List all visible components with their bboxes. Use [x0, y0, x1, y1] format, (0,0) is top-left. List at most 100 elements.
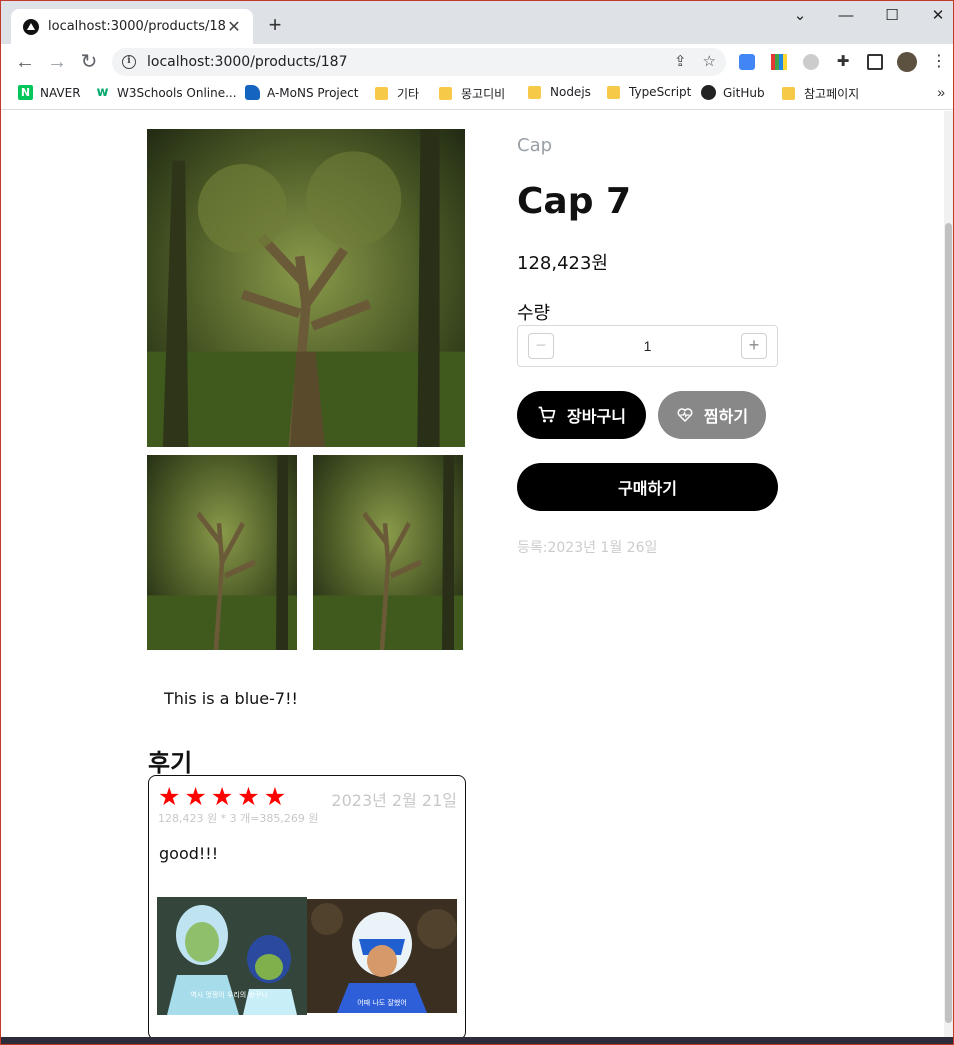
bookmark-item[interactable]: GitHub: [701, 85, 765, 100]
forest-photo-image: [313, 455, 463, 650]
bookmark-folder[interactable]: 몽고디비: [439, 85, 505, 102]
star-icon: ★: [263, 783, 287, 811]
review-image-1[interactable]: 역시 멋쟁이 우리의 왕꾸나: [157, 897, 307, 1015]
url-text: localhost:3000/products/187: [147, 54, 348, 70]
product-category: Cap: [517, 135, 553, 156]
product-description: This is a blue-7!!: [164, 689, 298, 708]
quantity-stepper: − 1 +: [517, 325, 778, 367]
bookmarks-overflow-icon[interactable]: »: [937, 84, 945, 100]
extensions-puzzle-icon[interactable]: ✚: [835, 54, 851, 70]
cart-icon: [538, 406, 556, 423]
bookmark-folder[interactable]: 참고페이지: [782, 85, 859, 102]
bookmark-item[interactable]: w W3Schools Online...: [95, 85, 237, 100]
bookmark-item[interactable]: A-MoNS Project: [245, 85, 358, 100]
side-panel-icon[interactable]: [867, 54, 883, 70]
tab-search-chevron-icon[interactable]: ⌄: [777, 5, 823, 27]
bookmark-label: 기타: [397, 87, 420, 101]
folder-icon: [782, 87, 795, 100]
w3schools-icon: w: [96, 85, 109, 100]
forward-arrow-icon[interactable]: →: [45, 50, 69, 74]
bookmark-label: 참고페이지: [804, 87, 860, 101]
product-title: Cap 7: [517, 181, 632, 222]
new-tab-button[interactable]: +: [263, 13, 287, 37]
bookmark-label: Nodejs: [550, 85, 591, 99]
star-icon: ★: [237, 783, 260, 811]
browser-tab[interactable]: localhost:3000/products/187 ✕: [11, 9, 253, 44]
page-viewport: Cap Cap 7 128,423원 수량 − 1 + 장바구니 찜하기 구매하…: [1, 111, 953, 1039]
quantity-label: 수량: [517, 303, 551, 324]
share-icon[interactable]: ⇪: [674, 52, 687, 70]
increment-button[interactable]: +: [741, 333, 767, 359]
bookmark-label: GitHub: [723, 85, 765, 100]
site-info-icon[interactable]: i: [122, 55, 136, 69]
bookmark-label: A-MoNS Project: [267, 85, 359, 100]
bookmark-folder[interactable]: 기타: [375, 85, 419, 102]
review-text: good!!!: [159, 844, 219, 863]
globe-extension-icon[interactable]: [803, 54, 819, 70]
browser-window: localhost:3000/products/187 ✕ + ⌄ — ☐ ✕ …: [0, 0, 954, 1045]
product-thumbnail-2[interactable]: [313, 455, 463, 650]
forest-photo-image: [147, 129, 465, 447]
cartoon-character-image: 어때 나도 잘했어: [307, 899, 457, 1013]
naver-icon: N: [18, 85, 33, 100]
wishlist-button[interactable]: 찜하기: [658, 391, 766, 439]
browser-toolbar: ← → ↻ i localhost:3000/products/187 ⇪ ☆ …: [1, 44, 953, 80]
profile-avatar[interactable]: [897, 52, 917, 72]
bookmark-star-icon[interactable]: ☆: [703, 52, 716, 70]
wishlist-button-label: 찜하기: [703, 407, 749, 426]
cart-button-label: 장바구니: [567, 407, 626, 426]
folder-icon: [607, 85, 620, 99]
site-favicon-icon: [23, 18, 39, 35]
reload-icon[interactable]: ↻: [77, 50, 101, 74]
scrollbar-thumb[interactable]: [945, 223, 952, 1023]
bookmark-label: 몽고디비: [461, 87, 506, 101]
buy-button-label: 구매하기: [618, 479, 677, 498]
review-order-calc: 128,423 원 * 3 개=385,269 원: [158, 812, 319, 825]
quantity-value[interactable]: 1: [518, 338, 777, 354]
bookmark-label: TypeScript: [629, 85, 692, 99]
buy-now-button[interactable]: 구매하기: [517, 463, 778, 511]
star-rating: ★ ★ ★ ★ ★: [158, 784, 286, 810]
review-image-caption: 어때 나도 잘했어: [357, 998, 407, 1007]
review-date: 2023년 2월 21일: [331, 791, 457, 810]
page-scrollbar[interactable]: [944, 111, 953, 1039]
bookmark-folder[interactable]: TypeScript: [607, 85, 691, 99]
bookmark-item[interactable]: N NAVER: [18, 85, 81, 100]
address-bar[interactable]: i localhost:3000/products/187 ⇪ ☆: [112, 48, 726, 76]
bookmark-label: NAVER: [40, 85, 81, 100]
color-extension-icon[interactable]: [771, 54, 787, 70]
bookmarks-bar: N NAVER w W3Schools Online... A-MoNS Pro…: [1, 80, 953, 110]
review-card: ★ ★ ★ ★ ★ 2023년 2월 21일 128,423 원 * 3 개=3…: [148, 775, 466, 1039]
reviews-heading: 후기: [148, 749, 193, 777]
review-image-caption: 역시 멋쟁이 우리의 왕꾸나: [190, 990, 268, 999]
bookmark-label: W3Schools Online...: [117, 85, 237, 100]
tab-title: localhost:3000/products/187: [48, 19, 225, 34]
project-icon: [245, 85, 260, 100]
product-main-image[interactable]: [147, 129, 465, 447]
product-thumbnail-1[interactable]: [147, 455, 297, 650]
folder-icon: [375, 87, 388, 100]
review-image-2[interactable]: 어때 나도 잘했어: [307, 899, 457, 1013]
minimize-button[interactable]: —: [823, 5, 869, 27]
add-to-cart-button[interactable]: 장바구니: [517, 391, 646, 439]
close-window-button[interactable]: ✕: [915, 5, 953, 27]
bookmark-folder[interactable]: Nodejs: [528, 85, 591, 99]
cartoon-characters-image: 역시 멋쟁이 우리의 왕꾸나: [157, 897, 307, 1015]
translate-extension-icon[interactable]: [739, 54, 755, 70]
close-tab-icon[interactable]: ✕: [225, 17, 243, 37]
tab-strip: localhost:3000/products/187 ✕ + ⌄ — ☐ ✕: [1, 1, 953, 44]
star-icon: ★: [184, 783, 207, 811]
folder-icon: [528, 85, 541, 99]
registration-date: 등록:2023년 1월 26일: [517, 540, 658, 556]
heart-icon: [677, 408, 693, 422]
star-icon: ★: [210, 783, 234, 811]
star-icon: ★: [158, 783, 181, 811]
forest-photo-image: [147, 455, 297, 650]
menu-kebab-icon[interactable]: ⋮: [931, 54, 947, 70]
maximize-button[interactable]: ☐: [869, 5, 915, 27]
back-arrow-icon[interactable]: ←: [13, 50, 37, 74]
product-price: 128,423원: [517, 253, 608, 274]
github-icon: [701, 85, 716, 100]
folder-icon: [439, 87, 452, 100]
taskbar-edge: [1, 1037, 953, 1044]
